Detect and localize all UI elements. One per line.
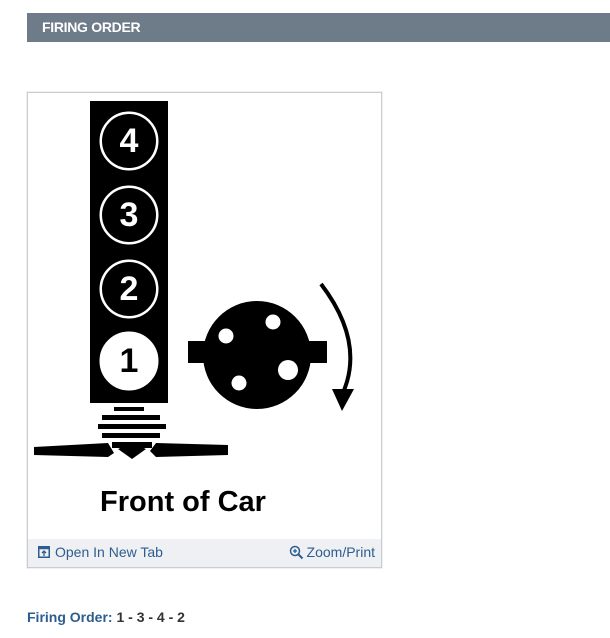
- zoom-print-label: Zoom/Print: [306, 544, 375, 560]
- firing-order-label: Firing Order: [27, 609, 108, 625]
- firing-order-figure: 4 3 2 1 Front of Car Open In New Tab Zoo…: [27, 92, 382, 568]
- crank-pulley: [34, 407, 228, 459]
- cylinder-2: 2: [96, 256, 162, 322]
- cylinder-label: 1: [120, 342, 139, 380]
- open-in-new-tab-button[interactable]: Open In New Tab: [38, 544, 163, 560]
- cylinder-3: 3: [96, 182, 162, 248]
- zoom-print-button[interactable]: Zoom/Print: [289, 544, 375, 560]
- firing-order-diagram: 4 3 2 1: [34, 101, 354, 459]
- section-header: FIRING ORDER: [27, 13, 610, 42]
- zoom-in-icon: [289, 545, 303, 559]
- figure-toolbar: Open In New Tab Zoom/Print: [28, 539, 381, 567]
- diagram-caption: Front of Car: [100, 486, 266, 518]
- open-in-new-tab-icon: [38, 546, 50, 558]
- open-in-new-tab-label: Open In New Tab: [55, 544, 163, 560]
- cylinder-label: 4: [120, 122, 139, 160]
- section-title: FIRING ORDER: [42, 19, 141, 35]
- distributor-cap: [188, 301, 327, 409]
- firing-order-line: Firing Order: 1 - 3 - 4 - 2: [27, 609, 185, 625]
- cylinder-label: 2: [120, 270, 139, 308]
- firing-order-value: 1 - 3 - 4 - 2: [116, 609, 185, 625]
- cylinder-4: 4: [96, 108, 162, 174]
- cylinder-label: 3: [120, 196, 139, 234]
- cylinder-1: 1: [96, 328, 162, 394]
